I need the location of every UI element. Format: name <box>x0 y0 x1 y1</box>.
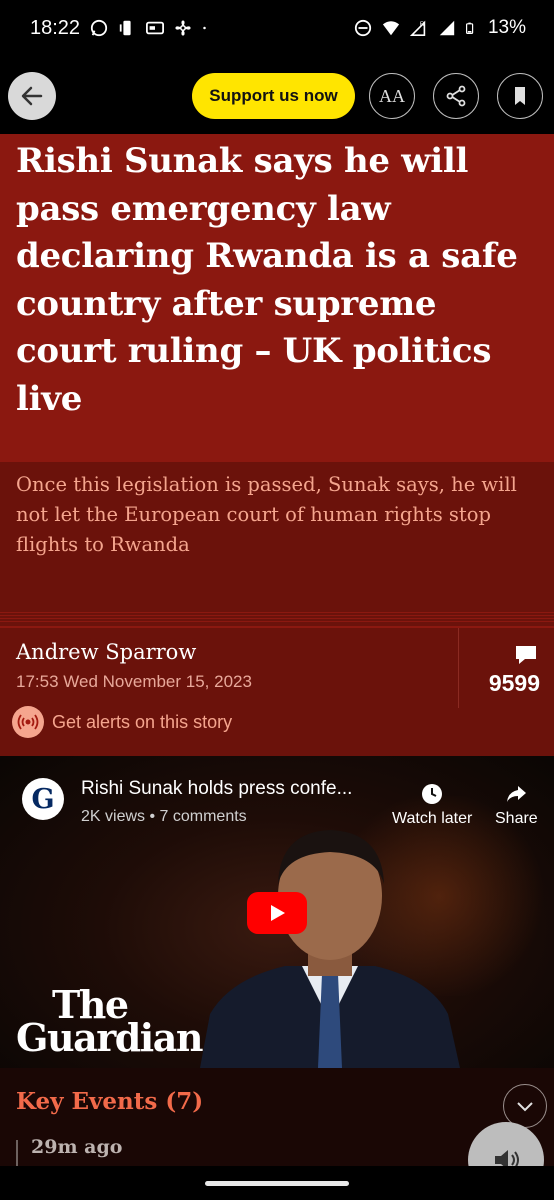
comment-icon[interactable] <box>514 644 538 666</box>
bookmark-button[interactable] <box>497 73 543 119</box>
guardian-channel-logo[interactable]: G <box>22 778 64 820</box>
share-button[interactable] <box>433 73 479 119</box>
clock-icon <box>422 784 443 804</box>
support-us-button[interactable]: Support us now <box>192 73 355 119</box>
battery-percent: 13% <box>487 17 526 38</box>
play-icon <box>271 905 285 921</box>
watch-later-button[interactable]: Watch later <box>392 782 472 828</box>
video-meta: 2K views • 7 comments <box>81 808 247 825</box>
status-left: 18:22 <box>30 17 212 40</box>
forward-arrow-icon <box>507 786 527 802</box>
whatsapp-icon <box>90 19 108 37</box>
video-embed[interactable]: G Rishi Sunak holds press confe... 2K vi… <box>0 756 554 1068</box>
decorative-rules <box>0 612 554 624</box>
alerts-toggle[interactable]: Get alerts on this story <box>12 706 232 738</box>
channel-initial: G <box>31 783 55 815</box>
meta-divider <box>458 628 459 708</box>
publish-date: 17:53 Wed November 15, 2023 <box>16 672 252 691</box>
key-events-title[interactable]: Key Events (7) <box>16 1088 203 1115</box>
wordmark-line2: Guardian <box>16 1015 203 1060</box>
signal-icon <box>439 20 455 36</box>
video-thumbnail-person <box>200 830 460 1068</box>
share-label: Share <box>495 810 538 827</box>
home-indicator[interactable] <box>205 1181 349 1186</box>
text-size-label: AA <box>379 85 405 106</box>
share-icon <box>446 85 466 107</box>
article-meta: Andrew Sparrow 17:53 Wed November 15, 20… <box>0 628 554 756</box>
wifi-icon <box>382 21 400 36</box>
watch-later-label: Watch later <box>392 810 473 827</box>
video-share-button[interactable]: Share <box>495 782 538 828</box>
system-nav-bar <box>0 1166 554 1200</box>
standfirst-section: Once this legislation is passed, Sunak s… <box>0 462 554 628</box>
fan-icon <box>175 20 191 36</box>
text-size-button[interactable]: AA <box>369 73 415 119</box>
status-time: 18:22 <box>30 16 81 39</box>
headline-section: Rishi Sunak says he will pass emergency … <box>0 134 554 462</box>
svg-text:R: R <box>420 21 425 28</box>
article-standfirst: Once this legislation is passed, Sunak s… <box>16 473 517 556</box>
author-byline[interactable]: Andrew Sparrow <box>16 640 196 664</box>
broadcast-icon <box>12 706 44 738</box>
comment-count[interactable]: 9599 <box>466 670 540 697</box>
dot-icon <box>203 26 206 30</box>
alerts-label: Get alerts on this story <box>52 711 233 732</box>
id-card-icon <box>146 21 165 35</box>
arrow-left-icon <box>21 86 43 106</box>
guardian-wordmark: The Guardian <box>16 986 203 1057</box>
battery-icon <box>465 22 474 34</box>
status-bar: 18:22 R 13% <box>0 0 554 56</box>
status-right: R 13% <box>354 17 526 39</box>
article-headline: Rishi Sunak says he will pass emergency … <box>16 141 518 419</box>
bookmark-icon <box>515 87 525 105</box>
video-title[interactable]: Rishi Sunak holds press confe... <box>81 778 352 800</box>
dnd-icon <box>354 19 372 37</box>
back-button[interactable] <box>8 72 56 120</box>
vibrate-icon <box>119 20 131 36</box>
chevron-down-icon <box>517 1102 533 1112</box>
youtube-play-button[interactable] <box>247 892 307 934</box>
event-timestamp[interactable]: 29m ago <box>31 1136 122 1158</box>
article-toolbar: Support us now AA <box>0 56 554 134</box>
signal-roaming-icon: R <box>409 20 426 37</box>
